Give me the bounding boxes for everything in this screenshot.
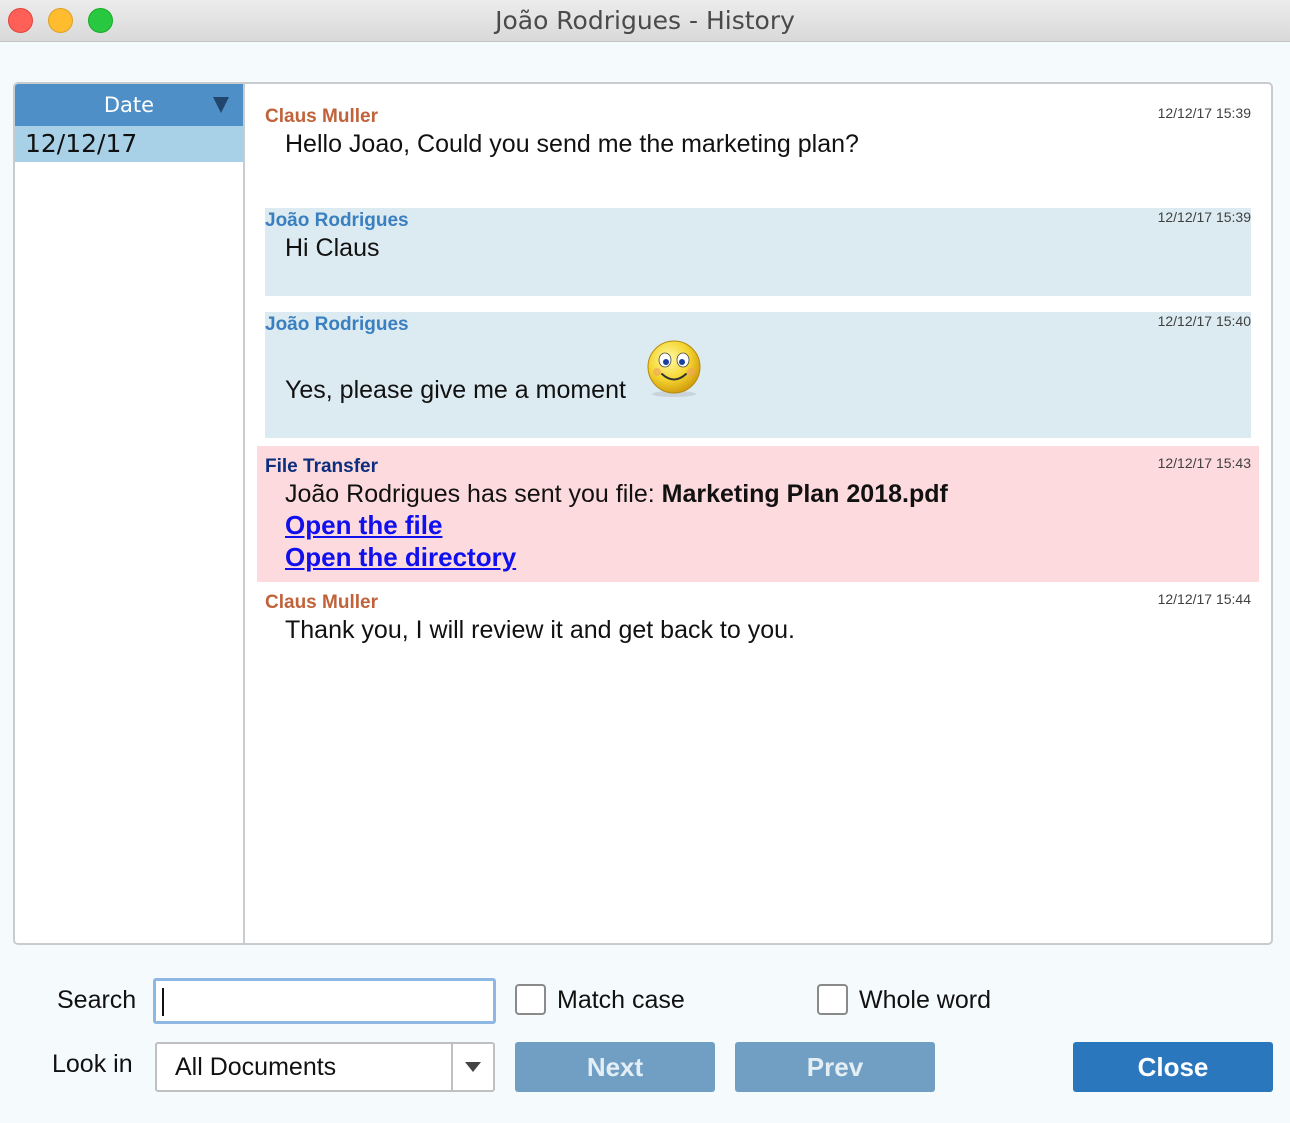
window-title: João Rodrigues - History	[495, 6, 795, 35]
message-item: Claus Muller 12/12/17 15:39 Hello Joao, …	[265, 100, 1251, 180]
open-file-link[interactable]: Open the file	[285, 510, 442, 541]
close-button[interactable]: Close	[1073, 1042, 1273, 1092]
message-sender: Claus Muller	[265, 106, 378, 127]
match-case-checkbox[interactable]	[515, 984, 546, 1015]
date-column-header[interactable]: Date	[15, 84, 243, 126]
date-sidebar: Date 12/12/17	[15, 84, 245, 943]
message-text: Hi Claus	[285, 234, 380, 262]
message-history: Claus Muller 12/12/17 15:39 Hello Joao, …	[247, 84, 1271, 943]
look-in-value: All Documents	[175, 1053, 337, 1081]
message-text: João Rodrigues has sent you file: Market…	[285, 480, 948, 509]
message-text: Yes, please give me a moment	[285, 376, 626, 404]
message-sender: File Transfer	[265, 456, 378, 477]
message-item: João Rodrigues 12/12/17 15:39 Hi Claus	[265, 208, 1251, 296]
look-in-select[interactable]: All Documents	[155, 1042, 495, 1092]
next-button[interactable]: Next	[515, 1042, 715, 1092]
whole-word-label[interactable]: Whole word	[859, 986, 991, 1015]
transfer-text: João Rodrigues has sent you file:	[285, 480, 662, 508]
open-directory-link[interactable]: Open the directory	[285, 542, 516, 573]
file-name: Marketing Plan 2018.pdf	[661, 480, 948, 508]
sort-descending-icon[interactable]	[213, 97, 229, 113]
history-panel: Date 12/12/17 Claus Muller 12/12/17 15:3…	[13, 82, 1273, 945]
message-timestamp: 12/12/17 15:43	[1157, 455, 1251, 471]
title-bar: João Rodrigues - History	[0, 0, 1290, 42]
prev-button[interactable]: Prev	[735, 1042, 935, 1092]
message-item: João Rodrigues 12/12/17 15:40 Yes, pleas…	[265, 312, 1251, 438]
dropdown-button[interactable]	[451, 1044, 493, 1090]
look-in-label: Look in	[52, 1050, 133, 1078]
file-transfer-message: File Transfer 12/12/17 15:43 João Rodrig…	[257, 446, 1259, 582]
message-timestamp: 12/12/17 15:39	[1157, 209, 1251, 225]
text-caret	[162, 988, 164, 1016]
smiley-icon	[647, 340, 701, 397]
search-input[interactable]	[153, 978, 496, 1024]
chevron-down-icon	[465, 1062, 481, 1072]
message-timestamp: 12/12/17 15:39	[1157, 105, 1251, 121]
message-timestamp: 12/12/17 15:40	[1157, 313, 1251, 329]
date-list-item[interactable]: 12/12/17	[15, 126, 243, 162]
search-label: Search	[57, 986, 137, 1014]
message-text: Hello Joao, Could you send me the market…	[285, 130, 859, 158]
message-sender: João Rodrigues	[265, 210, 409, 231]
message-timestamp: 12/12/17 15:44	[1157, 591, 1251, 607]
message-text: Thank you, I will review it and get back…	[285, 616, 795, 644]
match-case-label[interactable]: Match case	[557, 986, 685, 1015]
whole-word-checkbox[interactable]	[817, 984, 848, 1015]
message-item: Claus Muller 12/12/17 15:44 Thank you, I…	[265, 590, 1251, 660]
date-header-label: Date	[103, 93, 155, 117]
message-sender: Claus Muller	[265, 592, 378, 613]
message-sender: João Rodrigues	[265, 314, 409, 335]
